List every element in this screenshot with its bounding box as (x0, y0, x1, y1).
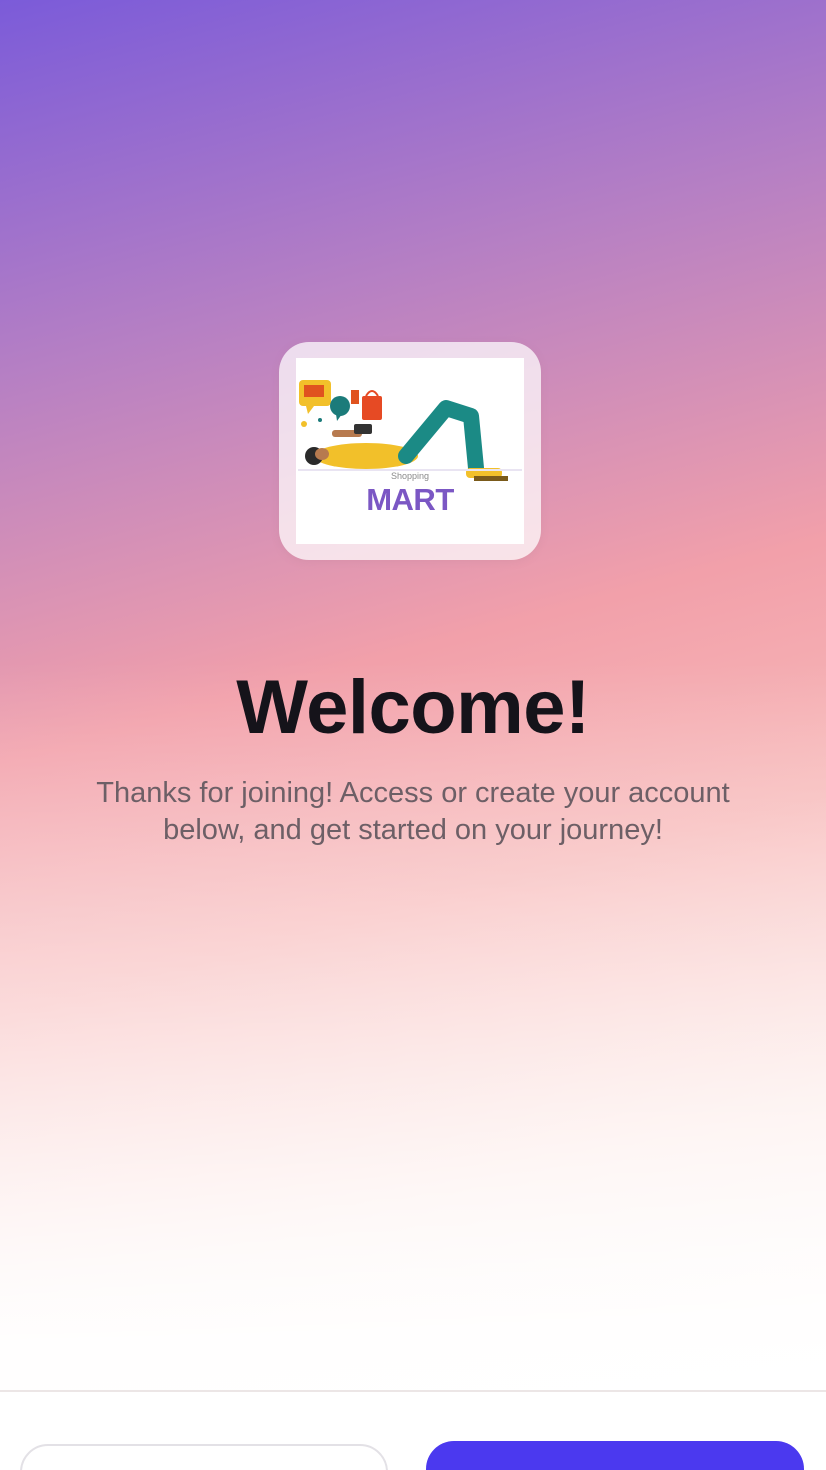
primary-action-button[interactable] (426, 1441, 804, 1470)
logo-brand-text: MART (366, 482, 454, 517)
welcome-subtitle: Thanks for joining! Access or create you… (96, 777, 730, 846)
secondary-action-button[interactable] (20, 1444, 388, 1470)
welcome-screen: Shopping MART Welcome! Thanks for joinin… (0, 0, 826, 1470)
app-logo: Shopping MART (296, 358, 524, 544)
logo-small-text: Shopping (390, 471, 430, 481)
app-logo-card: Shopping MART (279, 342, 541, 560)
page-title: Welcome! (236, 665, 590, 750)
